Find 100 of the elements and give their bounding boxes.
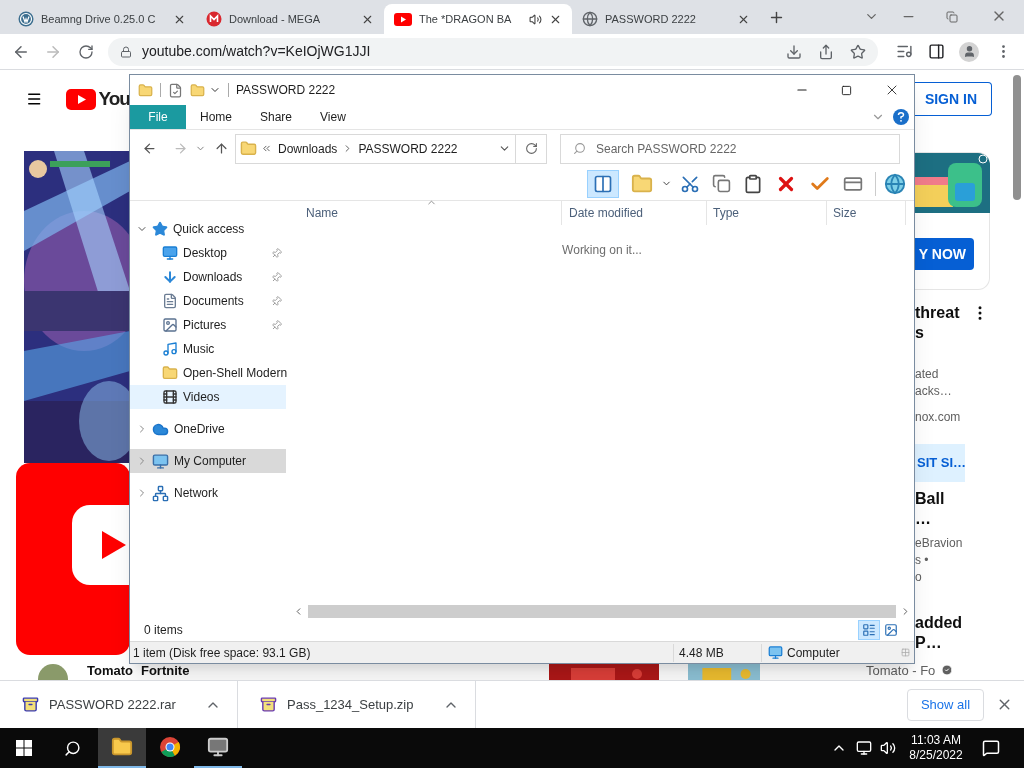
archive-icon [22,696,39,713]
help-icon[interactable] [893,109,909,125]
volume-icon[interactable] [880,740,896,756]
video-meta: ated [915,366,940,383]
picture-icon [162,317,178,333]
star-icon [152,221,168,237]
video-title: Fortnite [141,664,190,678]
zip-archive-icon [260,696,277,713]
folder-app-icon[interactable] [98,728,146,768]
nav-item[interactable]: Network [130,481,286,505]
copy-icon[interactable] [712,174,731,193]
ad-action-button[interactable]: Y NOW [915,238,974,270]
play-icon [66,88,97,110]
nav-item[interactable]: Music [130,337,286,361]
address-bar[interactable]: youtube.com/watch?v=KeIOjWG1JJI [108,37,878,66]
ribbon-tab[interactable]: Share [246,105,307,129]
folder-icon [162,365,178,381]
video-meta: nox.com [915,409,962,426]
side-panel-icon[interactable] [928,43,945,60]
video-meta: eBravion [915,535,964,552]
scrollbar-thumb[interactable] [308,604,896,618]
share-icon[interactable] [818,43,834,60]
column-header[interactable]: Date modified [561,201,706,225]
tab-title: PASSWORD 2222 [605,11,697,27]
video-title[interactable]: s [915,323,971,343]
install-icon[interactable] [786,43,802,60]
profile-avatar[interactable] [959,41,979,62]
nav-item[interactable]: Quick access [130,217,286,241]
nav-item[interactable]: Open-Shell Modern [130,361,286,385]
site-icon [206,11,222,27]
video-title[interactable]: added [915,613,971,633]
overflow-icon [261,143,272,154]
column-header[interactable]: Type [706,201,826,225]
restore-icon[interactable] [946,11,958,23]
browser-tab[interactable]: PASSWORD 2222 [572,4,760,34]
video-title[interactable]: P… [915,633,971,653]
details-view-button[interactable] [858,620,880,640]
nav-item[interactable]: Documents [130,289,286,313]
speaker-icon[interactable] [529,12,542,26]
location-text: Computer [787,644,840,662]
windows-icon [16,740,32,756]
nav-item[interactable]: Downloads [130,265,286,289]
address-bar[interactable]: Downloads PASSWORD 2222 [235,133,516,164]
file-name: Pass_1234_Setup.zip [287,695,415,714]
size-text: 4.48 MB [673,643,761,662]
cut-icon[interactable] [680,173,700,194]
video-title[interactable]: … [915,509,971,529]
resize-grip-icon[interactable] [901,648,910,657]
item-count: 0 items [144,622,183,639]
column-header[interactable]: Name [290,201,561,225]
nav-item[interactable]: Pictures [130,313,286,337]
preview-pane-button[interactable] [587,169,619,198]
window-title: PASSWORD 2222 [236,82,336,99]
browser-tab[interactable]: Beamng Drive 0.25.0 C [8,4,196,34]
notifications-icon[interactable] [982,739,1000,757]
video-meta: s • [915,552,930,569]
media-control-icon[interactable] [896,43,913,60]
video-title[interactable]: threat [915,303,971,323]
network-icon[interactable] [856,740,872,756]
clock[interactable]: 11:03 AM 8/25/2022 [906,733,966,763]
ribbon-tab[interactable]: View [306,105,360,129]
show-all-button[interactable]: Show all [907,688,984,721]
music-icon [162,341,178,357]
ribbon-tab[interactable]: Home [186,105,246,129]
loading-message: Working on it... [562,242,642,259]
browser-tab[interactable]: The *DRAGON BA [384,4,572,34]
globe-icon [582,11,598,27]
visit-site-button[interactable]: SIT SI… [915,444,965,482]
breadcrumb[interactable]: Downloads [278,139,338,158]
reload-icon[interactable] [78,43,94,60]
bookmark-star-icon[interactable] [850,43,866,60]
picture-icon [884,623,898,637]
up-icon[interactable] [214,141,229,156]
video-meta: o [915,569,923,586]
new-tab-icon[interactable] [768,9,785,26]
url-text: youtube.com/watch?v=KeIOjWG1JJI [142,42,372,61]
breadcrumb[interactable]: PASSWORD 2222 [358,139,458,158]
refresh-button[interactable] [516,133,547,164]
nav-item[interactable]: My Computer [130,449,286,473]
scrollbar-thumb[interactable] [1013,75,1021,200]
monitor-icon [768,645,783,660]
column-header[interactable]: Size [826,201,906,225]
video-meta: acks… [915,383,953,400]
monitor-icon [152,452,169,470]
tab-title: Beamng Drive 0.25.0 C [41,11,157,27]
paste-icon[interactable] [743,173,763,194]
file-name: PASSWORD 2222.rar [49,695,177,714]
status-text: 1 item (Disk free space: 93.1 GB) [132,644,312,662]
channel-name: Tomato [87,664,133,678]
video-title[interactable]: Ball [915,489,971,509]
browser-tab[interactable]: Download - MEGA [196,4,384,34]
properties-icon[interactable] [168,82,183,98]
search-field[interactable]: Search PASSWORD 2222 [560,133,900,164]
nav-item[interactable]: OneDrive [130,417,286,441]
globe-icon[interactable] [884,172,906,195]
nav-item[interactable]: Videos [130,385,286,409]
channel-name: Tomato - Fo [866,664,936,678]
lock-icon [120,45,132,58]
nav-item[interactable]: Desktop [130,241,286,265]
back-icon[interactable] [142,141,157,156]
